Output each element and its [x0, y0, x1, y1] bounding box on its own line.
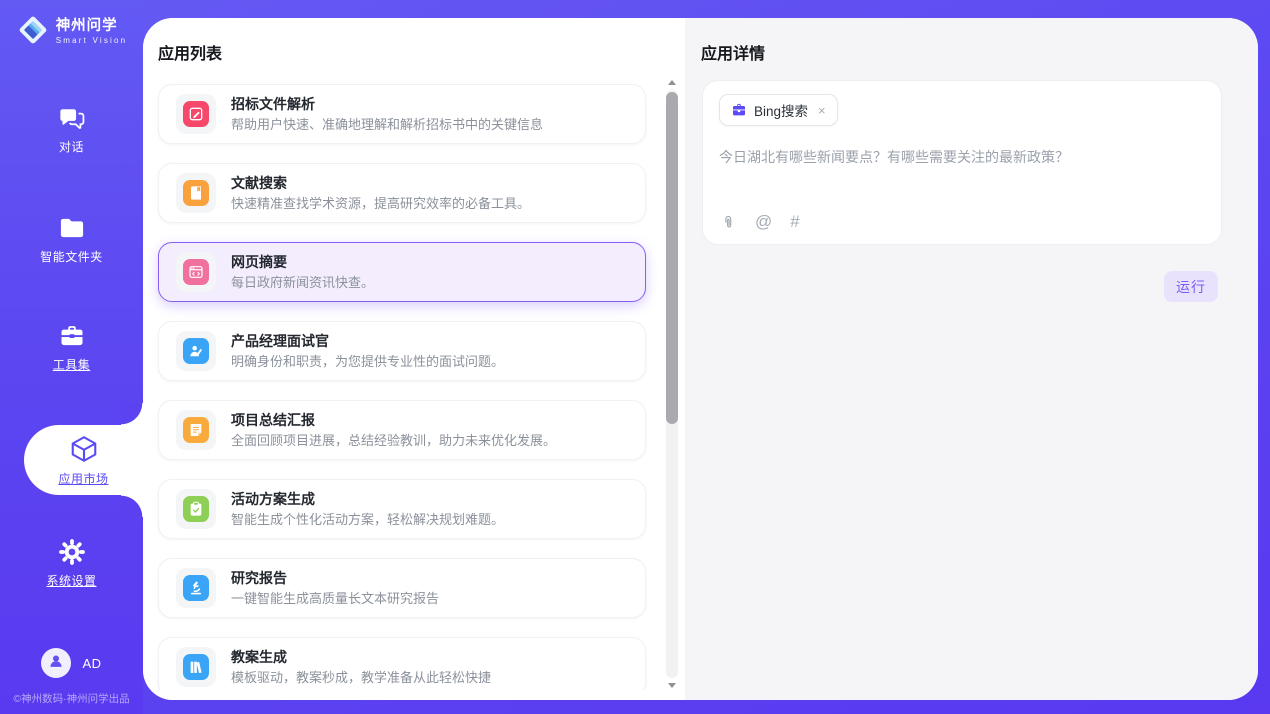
tag-close-icon[interactable]: × — [818, 103, 826, 118]
app-card[interactable]: 产品经理面试官 明确身份和职责，为您提供专业性的面试问题。 — [158, 321, 646, 381]
sidebar-item-system-settings[interactable]: 系统设置 — [0, 538, 143, 589]
app-card-description: 每日政府新闻资讯快查。 — [231, 274, 374, 291]
sidebar-item-label: 智能文件夹 — [40, 248, 103, 265]
app-logo: 神州问学 Smart Vision — [0, 13, 143, 52]
gear-icon — [58, 538, 86, 566]
sidebar-item-label: 系统设置 — [46, 572, 96, 589]
app-card-title: 文献搜索 — [231, 175, 530, 192]
prompt-card: Bing搜索 × 今日湖北有哪些新闻要点？有哪些需要关注的最新政策？ @ # — [702, 80, 1222, 245]
mention-icon[interactable]: @ — [755, 212, 772, 232]
sidebar-item-app-market[interactable]: 应用市场 — [24, 425, 143, 495]
copyright-text: ©神州数码·神州问学出品 — [0, 691, 143, 706]
scrollbar-thumb[interactable] — [666, 92, 678, 424]
app-card-description: 模板驱动，教案秒成，教学准备从此轻松快捷 — [231, 669, 491, 686]
app-card-description: 智能生成个性化活动方案，轻松解决规划难题。 — [231, 511, 504, 528]
toolbox-icon — [58, 322, 86, 350]
book-icon — [176, 173, 216, 213]
app-card-title: 研究报告 — [231, 570, 439, 587]
sidebar-item-label: 应用市场 — [58, 470, 108, 487]
briefcase-icon — [731, 102, 747, 118]
tool-tag[interactable]: Bing搜索 × — [719, 94, 838, 126]
microscope-icon — [176, 568, 216, 608]
app-list-title: 应用列表 — [158, 40, 222, 64]
app-card-title: 教案生成 — [231, 649, 491, 666]
app-card[interactable]: 文献搜索 快速精准查找学术资源，提高研究效率的必备工具。 — [158, 163, 646, 223]
scrollbar[interactable] — [665, 78, 679, 690]
app-detail-panel: 应用详情 Bing搜索 × 今日湖北有哪些新闻要点？有哪些需要关注的最新政策？ — [685, 18, 1258, 700]
app-card[interactable]: 项目总结汇报 全面回顾项目进展，总结经验教训，助力未来优化发展。 — [158, 400, 646, 460]
user-profile[interactable]: AD — [0, 648, 143, 678]
app-card-title: 活动方案生成 — [231, 491, 504, 508]
app-card-title: 项目总结汇报 — [231, 412, 556, 429]
sidebar: 神州问学 Smart Vision 对话 智能文件夹 工具集 应用市场 系统设置… — [0, 0, 143, 714]
books-icon — [176, 647, 216, 687]
user-initials: AD — [82, 656, 101, 671]
prompt-toolbar: @ # — [720, 212, 800, 232]
sidebar-item-smart-folder[interactable]: 智能文件夹 — [0, 214, 143, 265]
sidebar-item-toolset[interactable]: 工具集 — [0, 322, 143, 373]
sidebar-item-chat[interactable]: 对话 — [0, 104, 143, 155]
interviewer-icon — [176, 331, 216, 371]
app-card[interactable]: 活动方案生成 智能生成个性化活动方案，轻松解决规划难题。 — [158, 479, 646, 539]
app-list: 招标文件解析 帮助用户快速、准确地理解和解析招标书中的关键信息 文献搜索 快速精… — [143, 78, 685, 690]
browser-icon — [176, 252, 216, 292]
hash-icon[interactable]: # — [790, 212, 799, 232]
run-button[interactable]: 运行 — [1164, 271, 1218, 302]
app-card-title: 招标文件解析 — [231, 96, 543, 113]
paperclip-icon[interactable] — [720, 214, 737, 231]
folder-icon — [58, 214, 86, 242]
app-card[interactable]: 招标文件解析 帮助用户快速、准确地理解和解析招标书中的关键信息 — [158, 84, 646, 144]
main-panel: 应用列表 招标文件解析 帮助用户快速、准确地理解和解析招标书中的关键信息 文献搜… — [143, 18, 1258, 700]
app-card[interactable]: 教案生成 模板驱动，教案秒成，教学准备从此轻松快捷 — [158, 637, 646, 690]
app-card-description: 帮助用户快速、准确地理解和解析招标书中的关键信息 — [231, 116, 543, 133]
app-detail-title: 应用详情 — [701, 40, 765, 64]
sidebar-item-label: 对话 — [59, 138, 84, 155]
chat-icon — [58, 104, 86, 132]
scroll-down-arrow[interactable] — [668, 683, 676, 688]
cube-icon — [69, 434, 99, 464]
app-card-description: 全面回顾项目进展，总结经验教训，助力未来优化发展。 — [231, 432, 556, 449]
app-list-panel: 应用列表 招标文件解析 帮助用户快速、准确地理解和解析招标书中的关键信息 文献搜… — [143, 18, 685, 700]
user-avatar-icon — [47, 652, 65, 675]
sidebar-item-label: 工具集 — [53, 356, 91, 373]
brand-subtitle: Smart Vision — [56, 37, 128, 46]
app-card[interactable]: 研究报告 一键智能生成高质量长文本研究报告 — [158, 558, 646, 618]
clipboard-check-icon — [176, 489, 216, 529]
brand-logo-icon — [16, 13, 50, 52]
user-avatar — [41, 648, 71, 678]
notepad-icon — [176, 410, 216, 450]
prompt-input[interactable]: 今日湖北有哪些新闻要点？有哪些需要关注的最新政策？ — [719, 147, 1205, 205]
brand-name: 神州问学 — [56, 19, 128, 35]
app-card-description: 快速精准查找学术资源，提高研究效率的必备工具。 — [231, 195, 530, 212]
app-card-description: 明确身份和职责，为您提供专业性的面试问题。 — [231, 353, 504, 370]
scroll-up-arrow[interactable] — [668, 80, 676, 85]
app-card-title: 网页摘要 — [231, 254, 374, 271]
app-card[interactable]: 网页摘要 每日政府新闻资讯快查。 — [158, 242, 646, 302]
app-card-description: 一键智能生成高质量长文本研究报告 — [231, 590, 439, 607]
pen-edit-icon — [176, 94, 216, 134]
app-card-title: 产品经理面试官 — [231, 333, 504, 350]
tool-tag-label: Bing搜索 — [754, 100, 808, 120]
